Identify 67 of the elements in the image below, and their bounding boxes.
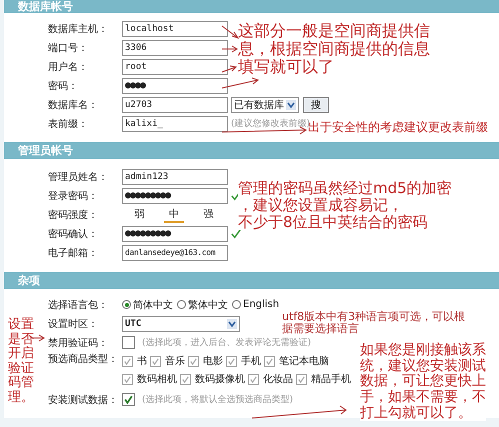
- input-field[interactable]: root: [122, 58, 228, 74]
- field-label: 登录密码：: [48, 190, 99, 202]
- search-button[interactable]: 搜: [303, 96, 329, 112]
- dropdown-arrow-icon[interactable]: [227, 318, 237, 328]
- annotation-note: 设置 是否 开启 验证 码管 理。: [8, 318, 34, 406]
- field-label: 安装测试数据：: [48, 394, 119, 406]
- field-label: 设置时区：: [48, 318, 99, 330]
- category-checkbox[interactable]: 音乐: [150, 353, 185, 369]
- category-checkbox[interactable]: 书: [122, 353, 147, 369]
- hint-text: (选择此项，将默认全选预选商品类型): [142, 394, 294, 406]
- arrow: [222, 66, 238, 72]
- field-label: 管理员姓名：: [48, 170, 109, 184]
- strength-level: 强: [202, 208, 215, 222]
- password-field[interactable]: ●●●●: [122, 78, 228, 94]
- section-header: 管理员帐号: [4, 142, 499, 159]
- field-label: 表前缀：: [48, 118, 89, 130]
- field-label: 电子邮箱：: [48, 246, 99, 260]
- arrow: [222, 26, 240, 39]
- section-header: 杂项: [4, 272, 499, 289]
- radio-option[interactable]: English: [232, 299, 280, 310]
- category-checkbox[interactable]: 电影: [188, 353, 223, 369]
- timezone-dropdown[interactable]: UTC: [122, 316, 240, 332]
- arrow: [222, 46, 238, 52]
- input-field[interactable]: kalixi_: [122, 116, 228, 132]
- annotation-note: 管理的密码虽然经过md5的加密 ，建议您设置成容易记， 不少于8位且中英结合的密码: [238, 180, 452, 230]
- category-checkbox[interactable]: 手机: [226, 353, 261, 369]
- field-label: 禁用验证码：: [48, 336, 109, 350]
- annotation-note: utf8版本中有3种语言项可选，可以根 据需要选择语言: [282, 311, 466, 336]
- category-checkbox[interactable]: 数码相机: [122, 371, 177, 387]
- input-field[interactable]: 3306: [122, 40, 228, 56]
- field-label: 密码强度：: [48, 208, 99, 222]
- category-checkbox[interactable]: 笔记本电脑: [264, 353, 329, 369]
- arrow: [222, 78, 260, 88]
- field-label: 数据库名：: [48, 98, 99, 112]
- category-checkbox[interactable]: 化妆品: [248, 371, 293, 387]
- section-header: 数据库帐号: [4, 0, 499, 13]
- field-label: 用户名：: [48, 60, 89, 74]
- field-label: 密码确认：: [48, 228, 99, 240]
- field-label: 端口号：: [48, 42, 89, 54]
- checkmark-icon: [297, 374, 306, 384]
- password-field[interactable]: ●●●●●●●●●: [122, 188, 228, 204]
- dropdown-arrow-icon[interactable]: [286, 100, 296, 110]
- password-field[interactable]: ●●●●●●●●●: [122, 226, 228, 242]
- field-label: 预选商品类型：: [48, 352, 119, 366]
- annotation-note: 出于安全性的考虑建议更改表前缀: [308, 121, 488, 134]
- checkbox[interactable]: [122, 393, 135, 406]
- strength-level: 弱: [133, 208, 146, 222]
- field-label: 数据库主机：: [48, 22, 109, 36]
- radio-option[interactable]: 简体中文: [122, 298, 173, 312]
- annotation-note: 这部分一般是空间商提供信 息，根据空间商提供的信息 填写就可以了: [238, 22, 430, 76]
- field-label: 选择语言包：: [48, 298, 109, 312]
- category-checkbox[interactable]: 精品手机: [296, 371, 351, 387]
- field-label: 密码：: [48, 80, 79, 92]
- radio-option[interactable]: 繁体中文: [177, 298, 228, 312]
- input-field[interactable]: danlansedeye@163.com: [122, 244, 228, 260]
- checkmark-icon: [151, 356, 160, 366]
- strength-level: 中: [164, 206, 184, 222]
- input-field[interactable]: u2703: [122, 96, 228, 112]
- dropdown[interactable]: 已有数据库: [231, 96, 299, 112]
- annotation-note: 如果您是刚接触该系 统，建议您安装测试 数据，可让您更快上 手，如果不需要，不 打上勾就可以了。: [360, 343, 486, 422]
- checkbox[interactable]: [122, 336, 135, 349]
- checkmark-icon: [227, 356, 236, 366]
- hint-text: (选择此项，进入后台、发表评论无需验证): [142, 336, 312, 349]
- category-checkbox[interactable]: 数码摄像机: [180, 371, 245, 387]
- input-field[interactable]: admin123: [122, 168, 228, 184]
- input-field[interactable]: localhost: [122, 20, 228, 36]
- checkmark-icon: [123, 394, 134, 405]
